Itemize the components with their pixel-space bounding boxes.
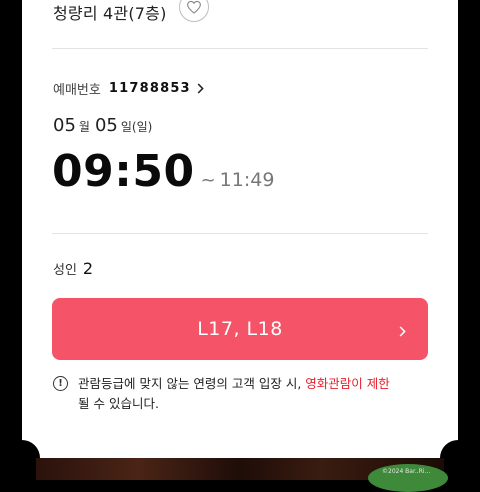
booking-number-label: 예매번호 xyxy=(53,83,101,98)
audience-count: 2 xyxy=(82,259,94,278)
date-month-unit: 월 xyxy=(78,120,90,134)
favorite-button[interactable] xyxy=(178,0,209,22)
audience-type-label: 성인 xyxy=(53,263,77,278)
date-day: 05 xyxy=(94,115,118,136)
date-weekday: (일) xyxy=(131,120,153,134)
chevron-right-icon xyxy=(197,83,204,94)
exclamation-circle-icon: ! xyxy=(53,376,68,391)
divider-middle xyxy=(52,233,428,234)
notice-text-warning: 영화관람이 제한 xyxy=(305,376,390,391)
seat-label: L17, L18 xyxy=(197,318,283,340)
start-time: 09:50 xyxy=(52,146,195,197)
date-month: 05 xyxy=(53,115,76,136)
end-time: 11:49 xyxy=(219,169,275,191)
date-day-unit: 일 xyxy=(120,120,132,134)
notice-text-after: 될 수 있습니다. xyxy=(78,396,159,411)
booking-number-link[interactable]: 예매번호 11788853 xyxy=(53,79,204,98)
booking-number-value: 11788853 xyxy=(108,81,191,96)
ticket-notch-right xyxy=(440,440,476,476)
screening-date: 05 월 05 일 (일) xyxy=(53,115,152,136)
screening-time: 09:50 ~ 11:49 xyxy=(52,146,274,197)
time-separator: ~ xyxy=(200,170,216,191)
divider-top xyxy=(52,48,428,49)
ticket-notch-left xyxy=(4,440,40,476)
audience-info: 성인 2 xyxy=(53,259,93,278)
notice-text: 관람등급에 맞지 않는 연령의 고객 입장 시, 영화관람이 제한될 수 있습니… xyxy=(78,374,390,414)
theater-name: 청량리 4관(7층) xyxy=(53,4,167,23)
chevron-right-icon xyxy=(399,322,406,341)
theater-header: 청량리 4관(7층) xyxy=(53,0,209,24)
notice-text-before: 관람등급에 맞지 않는 연령의 고객 입장 시, xyxy=(78,376,306,391)
age-rating-notice: ! 관람등급에 맞지 않는 연령의 고객 입장 시, 영화관람이 제한될 수 있… xyxy=(53,374,428,414)
heart-outline-icon xyxy=(186,0,201,14)
poster-copyright: ©2024 Bar..Ri... xyxy=(382,468,431,475)
movie-poster-strip: ©2024 Bar..Ri... xyxy=(36,458,448,492)
seat-button[interactable]: L17, L18 xyxy=(52,298,428,360)
